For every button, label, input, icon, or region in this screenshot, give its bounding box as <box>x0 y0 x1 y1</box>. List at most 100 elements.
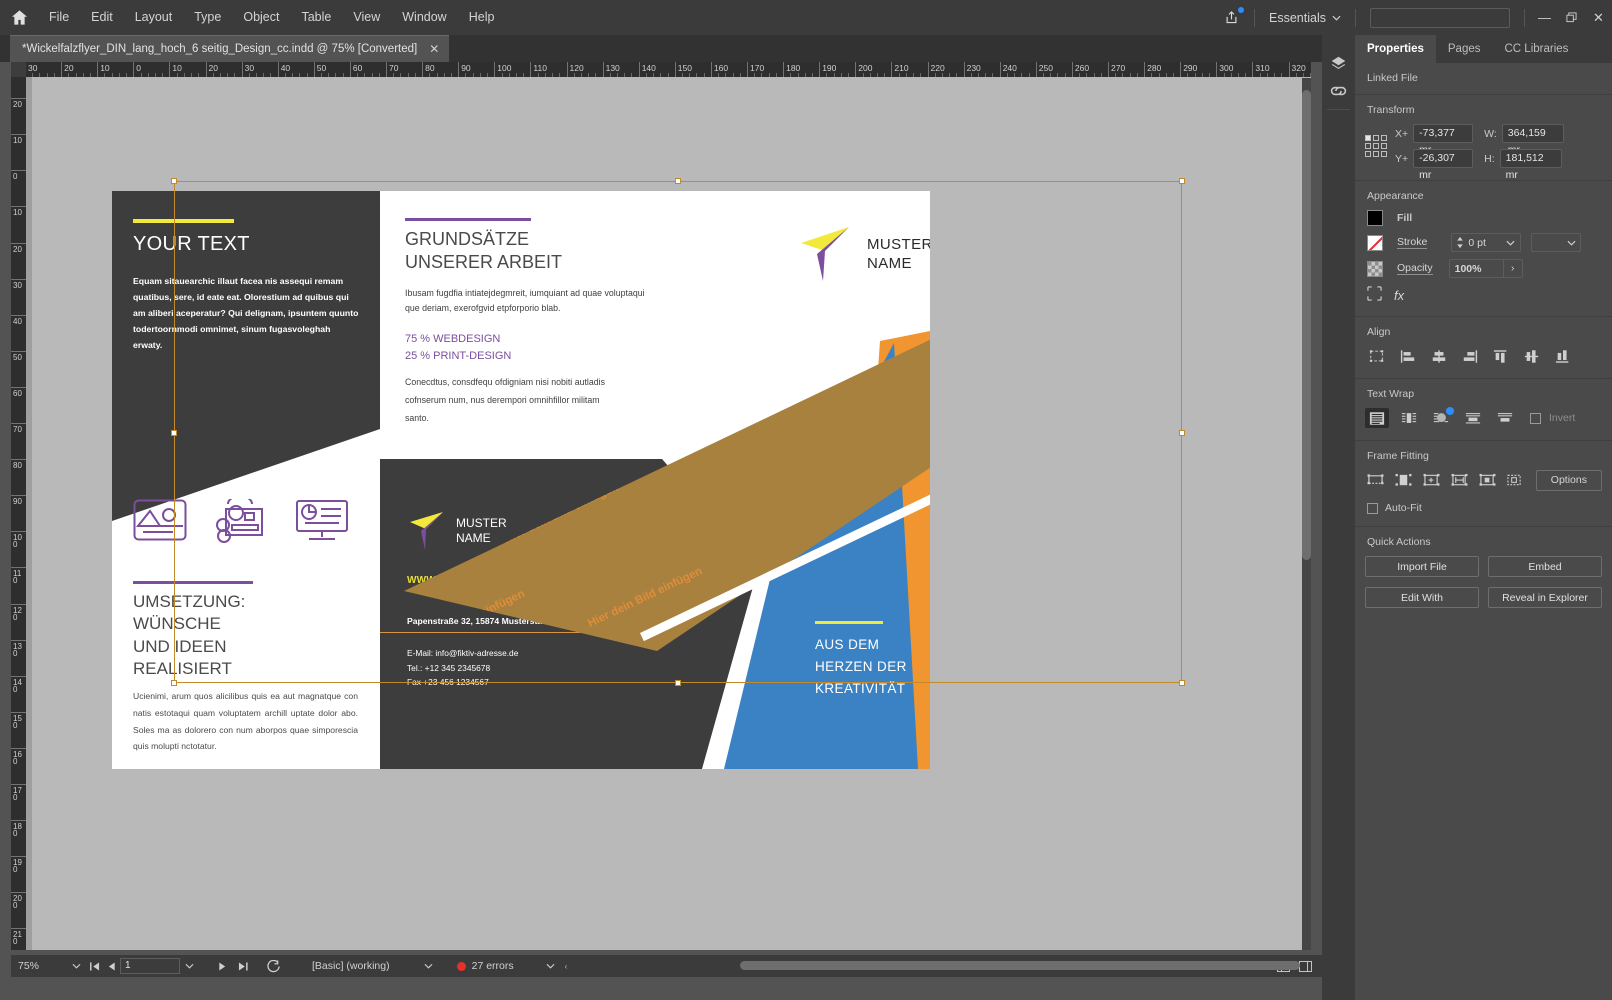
menu-table[interactable]: Table <box>290 0 342 35</box>
selection-handle-nw[interactable] <box>171 178 177 184</box>
share-icon[interactable] <box>1214 0 1248 35</box>
document-tab-label: *Wickelfalzflyer_DIN_lang_hoch_6 seitig_… <box>22 43 418 55</box>
selection-handle-e[interactable] <box>1179 430 1185 436</box>
align-bottom-edges-icon[interactable] <box>1551 346 1575 366</box>
y-field[interactable]: -26,307 mr <box>1413 149 1474 181</box>
menu-view[interactable]: View <box>342 0 391 35</box>
menu-layout[interactable]: Layout <box>124 0 184 35</box>
fit-frame-to-content-icon[interactable] <box>1448 471 1470 491</box>
frame-effects-icon[interactable] <box>1367 286 1382 304</box>
selection-handle-n[interactable] <box>675 178 681 184</box>
section-frame-fitting: Frame Fitting Options Auto-Fit <box>1355 441 1612 527</box>
wrap-none-icon[interactable] <box>1365 408 1389 428</box>
menu-object[interactable]: Object <box>232 0 290 35</box>
chevron-down-icon[interactable] <box>1506 240 1515 246</box>
wrap-jump-object-icon[interactable] <box>1461 408 1485 428</box>
document-page[interactable]: YOUR TEXT Equam sitauearchic illaut face… <box>112 191 930 769</box>
stroke-swatch[interactable] <box>1367 234 1383 251</box>
next-page-button[interactable] <box>213 961 230 971</box>
layers-icon[interactable] <box>1322 49 1355 77</box>
status-prev-icon[interactable]: ‹ <box>560 962 573 971</box>
ruler-label: 100 <box>497 63 512 73</box>
menu-window[interactable]: Window <box>391 0 457 35</box>
align-to-selection-icon[interactable] <box>1365 346 1389 366</box>
preflight-profile[interactable]: [Basic] (working) <box>305 955 397 977</box>
x-field[interactable]: -73,377 mr <box>1413 124 1474 156</box>
tab-cc-libraries[interactable]: CC Libraries <box>1493 35 1581 63</box>
fill-swatch[interactable] <box>1367 210 1383 226</box>
first-page-button[interactable] <box>86 961 103 971</box>
home-icon[interactable] <box>0 0 38 35</box>
align-left-edges-icon[interactable] <box>1396 346 1420 366</box>
previous-page-button[interactable] <box>103 961 120 971</box>
last-page-button[interactable] <box>234 961 251 971</box>
zoom-level[interactable]: 75% <box>11 955 67 977</box>
horizontal-scrollbar-thumb[interactable] <box>740 961 1300 970</box>
height-field[interactable]: 181,512 mr <box>1499 149 1562 181</box>
links-icon[interactable] <box>1322 77 1355 105</box>
error-indicator-icon <box>456 961 466 971</box>
menu-type[interactable]: Type <box>183 0 232 35</box>
zoom-dropdown-icon[interactable] <box>67 962 86 971</box>
minimize-button[interactable]: — <box>1531 0 1558 35</box>
stroke-weight-field[interactable]: 0 pt <box>1468 237 1506 249</box>
wrap-bounding-box-icon[interactable] <box>1397 408 1421 428</box>
align-top-edges-icon[interactable] <box>1489 346 1513 366</box>
stepper-icon[interactable] <box>1455 236 1465 249</box>
center-content-icon[interactable] <box>1476 471 1498 491</box>
ruler-corner[interactable] <box>11 62 26 77</box>
opacity-swatch[interactable] <box>1367 260 1383 277</box>
align-horizontal-centers-icon[interactable] <box>1427 346 1451 366</box>
page-dropdown-icon[interactable] <box>180 962 199 971</box>
reveal-in-explorer-button[interactable]: Reveal in Explorer <box>1488 587 1602 608</box>
flyer-panel-middle: GRUNDSÄTZE UNSERER ARBEIT Ibusam fugdfia… <box>380 191 662 769</box>
fit-content-proportionally-icon[interactable] <box>1393 471 1415 491</box>
selection-handle-ne[interactable] <box>1179 178 1185 184</box>
status-badge[interactable]: 27 errors <box>450 955 521 977</box>
menu-help[interactable]: Help <box>458 0 506 35</box>
vertical-scrollbar-thumb[interactable] <box>1302 90 1311 560</box>
wrap-next-column-icon[interactable] <box>1493 408 1517 428</box>
clear-frame-fitting-icon[interactable] <box>1504 471 1526 491</box>
preflight-dropdown-icon[interactable] <box>419 962 438 971</box>
close-icon[interactable]: ✕ <box>429 42 439 56</box>
align-vertical-centers-icon[interactable] <box>1520 346 1544 366</box>
menu-file[interactable]: File <box>38 0 80 35</box>
stroke-label[interactable]: Stroke <box>1397 236 1428 249</box>
canvas[interactable]: YOUR TEXT Equam sitauearchic illaut face… <box>26 77 1311 950</box>
ruler-label: 260 <box>1074 63 1090 73</box>
reference-point-proxy[interactable] <box>1365 135 1387 157</box>
preflight-icon[interactable] <box>261 959 287 973</box>
stroke-type-dropdown[interactable] <box>1531 233 1582 252</box>
wrap-object-shape-icon[interactable] <box>1429 407 1454 428</box>
opacity-field[interactable]: 100% <box>1450 263 1503 275</box>
selection-handle-se[interactable] <box>1179 680 1185 686</box>
fill-frame-proportionally-icon[interactable] <box>1365 471 1387 491</box>
fit-content-to-frame-icon[interactable] <box>1421 471 1443 491</box>
page-number-field[interactable]: 1 <box>120 958 180 974</box>
opacity-label[interactable]: Opacity <box>1397 262 1433 275</box>
frame-fitting-options-button[interactable]: Options <box>1535 470 1602 491</box>
horizontal-ruler[interactable]: 30 20 10 0 10 20 30 40 50 60 70 80 90 100 110 120 130 140… <box>26 62 1311 77</box>
edit-with-button[interactable]: Edit With <box>1365 587 1479 608</box>
tab-properties[interactable]: Properties <box>1355 35 1436 63</box>
menu-bar: File Edit Layout Type Object Table View … <box>0 0 1612 35</box>
invert-checkbox[interactable] <box>1530 412 1541 424</box>
import-file-button[interactable]: Import File <box>1365 556 1479 577</box>
vertical-ruler[interactable]: 3020100102030405060708090100110120130140… <box>11 77 26 950</box>
width-field[interactable]: 364,159 mr <box>1501 124 1564 156</box>
errors-dropdown-icon[interactable] <box>541 962 560 971</box>
close-button[interactable]: ✕ <box>1585 0 1612 35</box>
menu-edit[interactable]: Edit <box>80 0 124 35</box>
embed-button[interactable]: Embed <box>1488 556 1602 577</box>
align-right-edges-icon[interactable] <box>1458 346 1482 366</box>
search-input[interactable] <box>1370 7 1510 28</box>
document-tab[interactable]: *Wickelfalzflyer_DIN_lang_hoch_6 seitig_… <box>10 35 450 62</box>
tab-pages[interactable]: Pages <box>1436 35 1493 63</box>
ruler-label: 140 <box>13 677 22 694</box>
opacity-expand-button[interactable]: › <box>1502 260 1522 277</box>
auto-fit-checkbox[interactable] <box>1367 502 1378 514</box>
workspace-selector[interactable]: Essentials <box>1261 11 1349 25</box>
fx-icon[interactable]: fx <box>1394 288 1404 303</box>
restore-button[interactable] <box>1558 0 1585 35</box>
